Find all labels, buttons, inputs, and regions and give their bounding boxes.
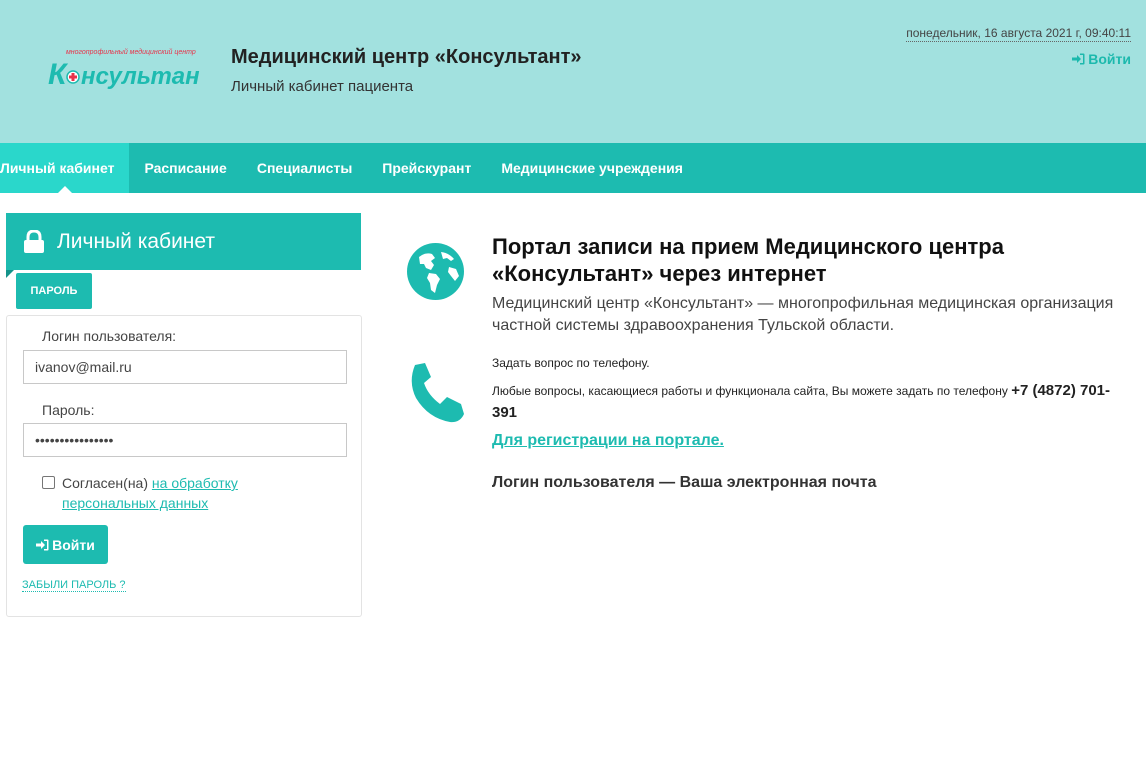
lock-icon — [24, 229, 44, 253]
consent-text: Согласен(на) на обработку персональных д… — [62, 473, 272, 513]
site-header: многопрофильный медицинский центр К нсул… — [0, 0, 1146, 143]
phone-info: Любые вопросы, касающиеся работы и функц… — [492, 380, 1132, 424]
consent-label: Согласен(на) — [62, 475, 149, 491]
login-field-label: Логин пользователя: — [42, 328, 177, 344]
registration-link[interactable]: Для регистрации на портале. — [492, 432, 724, 450]
sign-in-icon — [36, 539, 49, 550]
login-form: Логин пользователя: Пароль: ••••••••••••… — [6, 315, 362, 617]
main-nav: Личный кабинет Расписание Специалисты Пр… — [0, 143, 1146, 193]
password-input[interactable]: •••••••••••••••• — [23, 423, 347, 457]
svg-text:К: К — [48, 58, 69, 91]
panel-notch — [6, 270, 14, 278]
tab-password[interactable]: ПАРОЛЬ — [16, 273, 92, 309]
nav-item-specialists[interactable]: Специалисты — [242, 143, 367, 193]
login-input[interactable] — [23, 350, 347, 384]
header-login-label: Войти — [1088, 51, 1131, 67]
header-login-link[interactable]: Войти — [1072, 51, 1131, 67]
sign-in-icon — [1072, 53, 1085, 65]
phone-info-text: Любые вопросы, касающиеся работы и функц… — [492, 384, 1008, 398]
login-button[interactable]: Войти — [23, 525, 108, 564]
password-field-label: Пароль: — [42, 402, 95, 418]
phone-icon — [411, 363, 464, 423]
account-panel-title: Личный кабинет — [57, 229, 215, 253]
consent-checkbox[interactable] — [42, 476, 55, 489]
globe-icon — [407, 243, 464, 300]
site-title: Медицинский центр «Консультант» — [231, 46, 582, 68]
login-note: Логин пользователя — Ваша электронная по… — [492, 474, 877, 491]
current-datetime: понедельник, 16 августа 2021 г, 09:40:11 — [906, 26, 1131, 42]
logo[interactable]: многопрофильный медицинский центр К нсул… — [44, 44, 200, 96]
nav-item-schedule[interactable]: Расписание — [129, 143, 241, 193]
nav-item-institutions[interactable]: Медицинские учреждения — [486, 143, 698, 193]
portal-description: Медицинский центр «Консультант» — многоп… — [492, 295, 1114, 334]
account-panel-header: Личный кабинет — [6, 213, 361, 270]
svg-text:нсультант: нсультант — [81, 63, 200, 90]
svg-text:многопрофильный медицинский це: многопрофильный медицинский центр — [66, 48, 196, 56]
site-subtitle: Личный кабинет пациента — [231, 78, 414, 95]
login-button-label: Войти — [52, 536, 95, 553]
nav-item-account[interactable]: Личный кабинет — [0, 143, 130, 193]
forgot-password-link[interactable]: ЗАБЫЛИ ПАРОЛЬ ? — [22, 579, 126, 592]
ask-by-phone-text: Задать вопрос по телефону. — [492, 356, 650, 370]
portal-title: Портал записи на прием Медицинского цент… — [492, 234, 1004, 286]
nav-item-pricelist[interactable]: Прейскурант — [367, 143, 486, 193]
